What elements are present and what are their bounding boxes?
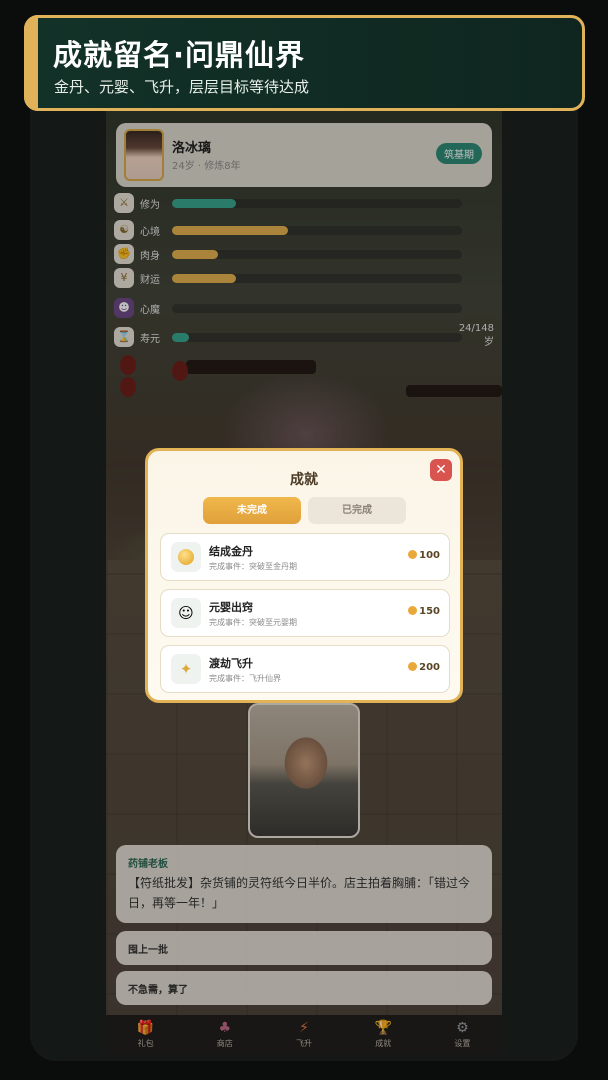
achievement-reward: 200 — [408, 662, 440, 673]
promo-banner: 成就留名·问鼎仙界 金丹、元婴、飞升，层层目标等待达成 — [24, 15, 585, 111]
achievement-item[interactable]: ✦ 渡劫飞升 完成事件：飞升仙界 200 — [160, 645, 450, 693]
achievement-name: 元婴出窍 — [209, 601, 253, 614]
banner-title: 成就留名·问鼎仙界 — [53, 38, 306, 72]
coin-icon — [408, 550, 418, 559]
golden-core-icon — [171, 542, 201, 572]
reward-value: 100 — [419, 550, 440, 561]
tab-incomplete[interactable]: 未完成 — [203, 497, 301, 524]
reward-value: 150 — [419, 606, 440, 617]
reward-value: 200 — [419, 662, 440, 673]
nascent-soul-icon: ☺ — [171, 598, 201, 628]
achievement-modal: 成就 ✕ 未完成 已完成 结成金丹 完成事件：突破至金丹期 100 ☺ 元婴出窍… — [145, 448, 463, 703]
achievement-name: 渡劫飞升 — [209, 657, 253, 670]
close-button[interactable]: ✕ — [430, 459, 452, 481]
achievement-item[interactable]: 结成金丹 完成事件：突破至金丹期 100 — [160, 533, 450, 581]
coin-icon — [408, 662, 418, 671]
sparkle-icon: ✦ — [171, 654, 201, 684]
achievement-desc: 完成事件：突破至元婴期 — [209, 618, 297, 627]
achievement-reward: 100 — [408, 550, 440, 561]
modal-title: 成就 — [290, 472, 318, 488]
achievement-desc: 完成事件：突破至金丹期 — [209, 562, 297, 571]
banner-accent — [24, 15, 38, 111]
coin-icon — [408, 606, 418, 615]
achievement-name: 结成金丹 — [209, 545, 253, 558]
close-icon: ✕ — [435, 462, 447, 478]
achievement-desc: 完成事件：飞升仙界 — [209, 674, 281, 683]
achievement-item[interactable]: ☺ 元婴出窍 完成事件：突破至元婴期 150 — [160, 589, 450, 637]
banner-subtitle: 金丹、元婴、飞升，层层目标等待达成 — [54, 78, 310, 96]
tab-completed[interactable]: 已完成 — [308, 497, 406, 524]
achievement-reward: 150 — [408, 606, 440, 617]
